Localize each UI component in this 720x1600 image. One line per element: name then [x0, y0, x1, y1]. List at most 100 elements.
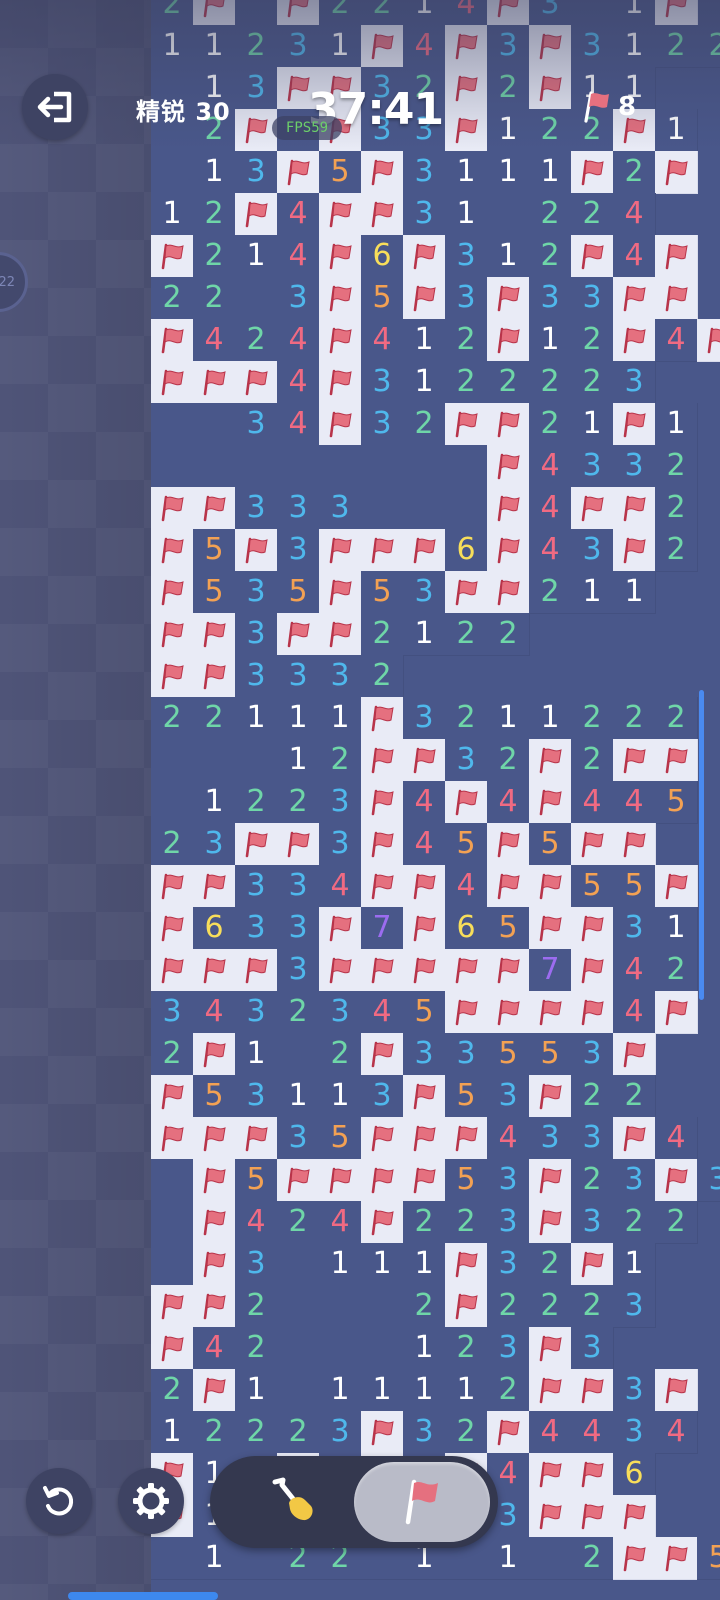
number-cell[interactable]: 3 [571, 529, 614, 572]
number-cell[interactable]: 2 [529, 193, 572, 236]
number-cell[interactable]: 5 [529, 1033, 572, 1076]
flagged-cell[interactable] [529, 1201, 572, 1244]
flagged-cell[interactable] [235, 823, 278, 866]
flagged-cell[interactable] [319, 319, 362, 362]
number-cell[interactable]: 5 [235, 1159, 278, 1202]
number-cell[interactable]: 2 [613, 1075, 656, 1118]
number-cell[interactable]: 1 [319, 25, 362, 68]
number-cell[interactable]: 3 [277, 949, 320, 992]
unrevealed-cell[interactable] [361, 1285, 404, 1328]
flagged-cell[interactable] [319, 403, 362, 446]
number-cell[interactable]: 4 [319, 865, 362, 908]
number-cell[interactable]: 2 [655, 487, 698, 530]
number-cell[interactable]: 1 [445, 1369, 488, 1412]
flagged-cell[interactable] [403, 739, 446, 782]
unrevealed-cell[interactable] [403, 487, 446, 530]
number-cell[interactable]: 2 [235, 319, 278, 362]
number-cell[interactable]: 5 [529, 823, 572, 866]
number-cell[interactable]: 2 [277, 1411, 320, 1454]
number-cell[interactable]: 1 [613, 0, 656, 26]
number-cell[interactable]: 5 [445, 1075, 488, 1118]
number-cell[interactable]: 2 [235, 1327, 278, 1370]
flagged-cell[interactable] [529, 991, 572, 1034]
number-cell[interactable]: 4 [403, 823, 446, 866]
number-cell[interactable]: 3 [235, 487, 278, 530]
flagged-cell[interactable] [361, 823, 404, 866]
number-cell[interactable]: 2 [151, 277, 194, 320]
number-cell[interactable]: 1 [403, 1327, 446, 1370]
flagged-cell[interactable] [193, 1285, 236, 1328]
flagged-cell[interactable] [319, 949, 362, 992]
number-cell[interactable]: 3 [277, 487, 320, 530]
number-cell[interactable]: 2 [655, 697, 698, 740]
number-cell[interactable]: 3 [613, 1369, 656, 1412]
number-cell[interactable]: 2 [655, 949, 698, 992]
flagged-cell[interactable] [487, 991, 530, 1034]
unrevealed-cell[interactable] [235, 0, 278, 26]
number-cell[interactable]: 3 [487, 1243, 530, 1286]
number-cell[interactable]: 1 [613, 25, 656, 68]
number-cell[interactable]: 2 [277, 1201, 320, 1244]
flagged-cell[interactable] [571, 1243, 614, 1286]
number-cell[interactable]: 1 [277, 1075, 320, 1118]
number-cell[interactable]: 2 [487, 613, 530, 656]
number-cell[interactable]: 1 [193, 1537, 236, 1580]
flagged-cell[interactable] [403, 949, 446, 992]
number-cell[interactable]: 1 [403, 0, 446, 26]
dig-flag-mode-toggle[interactable] [210, 1456, 498, 1548]
flagged-cell[interactable] [571, 907, 614, 950]
number-cell[interactable]: 4 [277, 361, 320, 404]
flagged-cell[interactable] [151, 865, 194, 908]
number-cell[interactable]: 7 [529, 949, 572, 992]
number-cell[interactable]: 2 [235, 25, 278, 68]
flagged-cell[interactable] [445, 991, 488, 1034]
flagged-cell[interactable] [571, 1453, 614, 1496]
number-cell[interactable]: 4 [193, 991, 236, 1034]
unrevealed-cell[interactable] [235, 739, 278, 782]
number-cell[interactable]: 1 [571, 403, 614, 446]
flagged-cell[interactable] [151, 1285, 194, 1328]
flagged-cell[interactable] [361, 1411, 404, 1454]
flagged-cell[interactable] [193, 1243, 236, 1286]
unrevealed-cell[interactable] [151, 1159, 194, 1202]
flagged-cell[interactable] [319, 277, 362, 320]
number-cell[interactable]: 3 [235, 1243, 278, 1286]
flagged-cell[interactable] [445, 67, 488, 110]
number-cell[interactable]: 2 [403, 1201, 446, 1244]
flagged-cell[interactable] [613, 319, 656, 362]
flagged-cell[interactable] [445, 1243, 488, 1286]
number-cell[interactable]: 1 [487, 151, 530, 194]
number-cell[interactable]: 3 [529, 277, 572, 320]
number-cell[interactable]: 3 [277, 865, 320, 908]
number-cell[interactable]: 3 [571, 277, 614, 320]
number-cell[interactable]: 2 [529, 361, 572, 404]
flagged-cell[interactable] [193, 613, 236, 656]
unrevealed-cell[interactable] [403, 445, 446, 488]
flagged-cell[interactable] [571, 1495, 614, 1538]
number-cell[interactable]: 2 [277, 781, 320, 824]
flagged-cell[interactable] [319, 1159, 362, 1202]
flagged-cell[interactable] [193, 361, 236, 404]
number-cell[interactable]: 1 [487, 109, 530, 152]
number-cell[interactable]: 2 [487, 1369, 530, 1412]
flagged-cell[interactable] [613, 1033, 656, 1076]
number-cell[interactable]: 4 [655, 319, 698, 362]
number-cell[interactable]: 1 [655, 403, 698, 446]
flagged-cell[interactable] [445, 949, 488, 992]
number-cell[interactable]: 6 [445, 907, 488, 950]
number-cell[interactable]: 2 [361, 613, 404, 656]
minesweeper-board[interactable]: 2221431112314331221332211233122113531112… [151, 0, 720, 1600]
unrevealed-cell[interactable] [151, 1537, 194, 1580]
flagged-cell[interactable] [193, 1117, 236, 1160]
unrevealed-cell[interactable] [235, 445, 278, 488]
number-cell[interactable]: 2 [151, 1033, 194, 1076]
number-cell[interactable]: 2 [277, 991, 320, 1034]
number-cell[interactable]: 4 [445, 0, 488, 26]
number-cell[interactable]: 3 [487, 1159, 530, 1202]
flagged-cell[interactable] [529, 1159, 572, 1202]
number-cell[interactable]: 2 [235, 781, 278, 824]
number-cell[interactable]: 1 [403, 1243, 446, 1286]
flagged-cell[interactable] [361, 529, 404, 572]
number-cell[interactable]: 4 [487, 1117, 530, 1160]
flagged-cell[interactable] [655, 235, 698, 278]
